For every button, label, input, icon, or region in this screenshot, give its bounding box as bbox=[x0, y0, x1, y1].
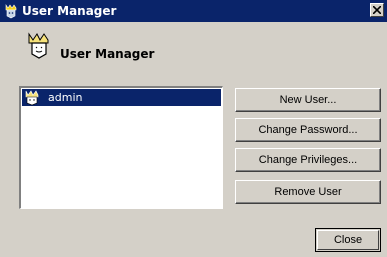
header: User Manager bbox=[0, 22, 387, 70]
user-name: admin bbox=[48, 91, 83, 104]
remove-user-button[interactable]: Remove User bbox=[235, 180, 381, 204]
user-icon bbox=[24, 90, 40, 106]
list-item[interactable]: admin bbox=[22, 89, 221, 106]
change-privileges-button[interactable]: Change Privileges... bbox=[235, 148, 381, 172]
window-title: User Manager bbox=[22, 4, 117, 18]
user-manager-app-icon bbox=[3, 3, 19, 19]
user-list[interactable]: admin bbox=[19, 86, 223, 209]
user-manager-icon bbox=[26, 32, 52, 60]
close-button[interactable]: Close bbox=[315, 228, 381, 252]
user-manager-window: User Manager User Manager admin New User… bbox=[0, 0, 387, 257]
close-icon[interactable] bbox=[370, 3, 384, 17]
title-bar[interactable]: User Manager bbox=[0, 0, 387, 22]
new-user-button[interactable]: New User... bbox=[235, 88, 381, 112]
change-password-button[interactable]: Change Password... bbox=[235, 118, 381, 142]
close-button-label: Close bbox=[317, 230, 379, 250]
header-title: User Manager bbox=[60, 47, 155, 61]
